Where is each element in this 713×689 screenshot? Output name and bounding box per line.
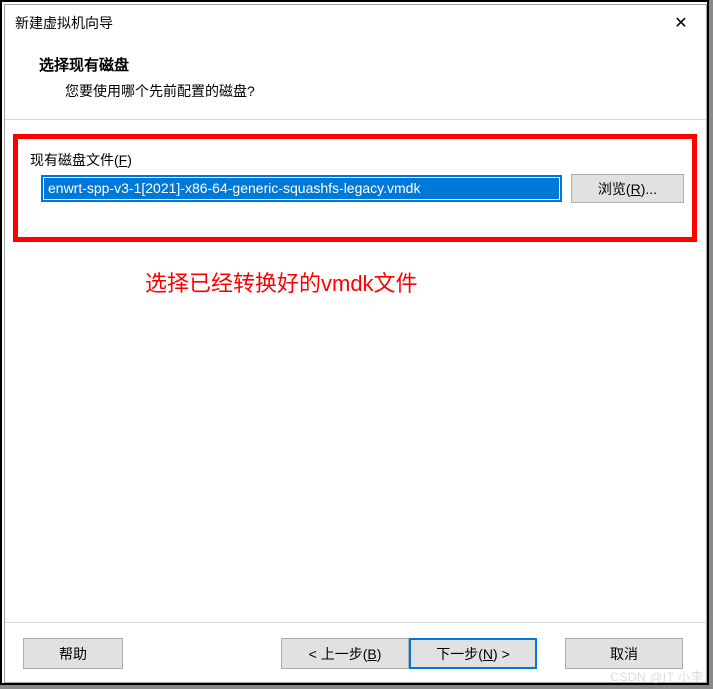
titlebar: 新建虚拟机向导 ✕	[5, 5, 706, 40]
disk-file-input[interactable]: enwrt-spp-v3-1[2021]-x86-64-generic-squa…	[41, 175, 562, 202]
next-button[interactable]: 下一步(N) >	[409, 638, 537, 669]
wizard-dialog: 新建虚拟机向导 ✕ 选择现有磁盘 您要使用哪个先前配置的磁盘? 现有磁盘文件(F…	[4, 4, 707, 683]
help-button[interactable]: 帮助	[23, 638, 123, 669]
annotation-text: 选择已经转换好的vmdk文件	[145, 266, 418, 298]
button-row: 帮助 < 上一步(B) 下一步(N) > 取消	[5, 622, 706, 682]
wizard-body: 现有磁盘文件(F) enwrt-spp-v3-1[2021]-x86-64-ge…	[5, 120, 706, 640]
disk-file-label: 现有磁盘文件(F)	[30, 150, 132, 170]
disk-file-value: enwrt-spp-v3-1[2021]-x86-64-generic-squa…	[44, 178, 559, 199]
close-icon[interactable]: ✕	[656, 6, 706, 40]
window-title: 新建虚拟机向导	[15, 13, 656, 33]
cancel-button[interactable]: 取消	[565, 638, 683, 669]
browse-button[interactable]: 浏览(R)...	[571, 174, 684, 203]
back-button[interactable]: < 上一步(B)	[281, 638, 409, 669]
banner-heading: 选择现有磁盘	[39, 54, 706, 75]
watermark: CSDN @IT 小李	[610, 668, 703, 685]
wizard-banner: 选择现有磁盘 您要使用哪个先前配置的磁盘?	[5, 40, 706, 120]
banner-subtext: 您要使用哪个先前配置的磁盘?	[65, 81, 706, 101]
